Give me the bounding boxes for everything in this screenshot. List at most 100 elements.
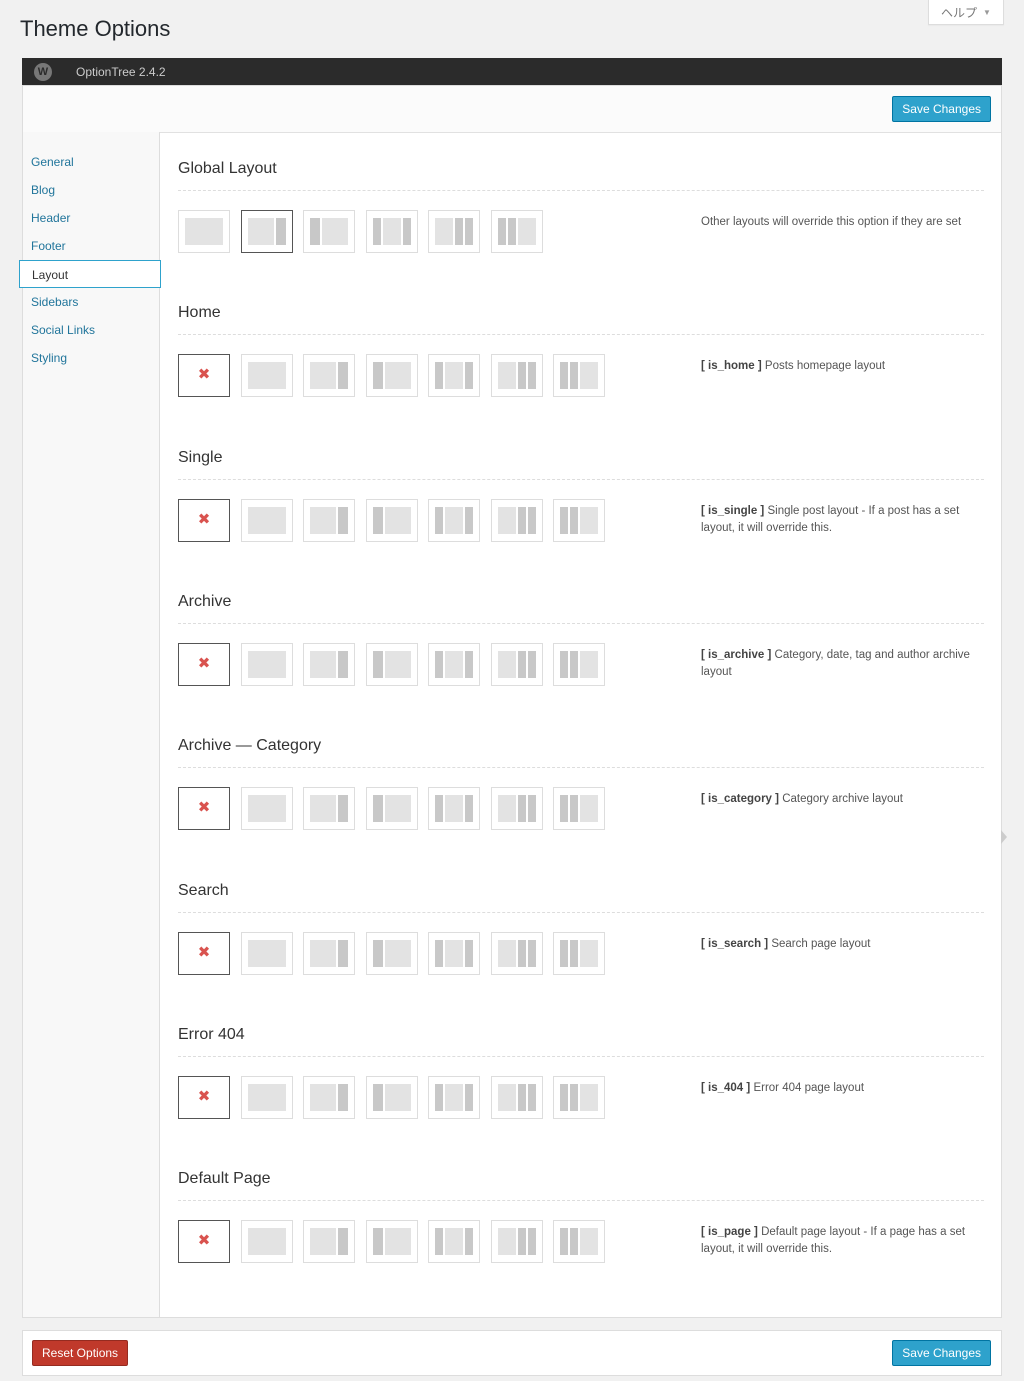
layout-option[interactable] — [365, 931, 418, 975]
sidebar-item-social-links[interactable]: Social Links — [23, 316, 159, 344]
layout-option[interactable] — [365, 1075, 418, 1119]
layout-option[interactable] — [553, 1220, 605, 1264]
layout-option[interactable] — [490, 498, 543, 542]
layout-option[interactable] — [553, 931, 605, 975]
layout-option[interactable] — [303, 354, 355, 398]
layout-option[interactable] — [490, 787, 543, 831]
layout-option[interactable] — [303, 931, 355, 975]
layout-option[interactable] — [240, 354, 293, 398]
layout-option[interactable] — [490, 931, 543, 975]
col-1c-icon — [247, 795, 286, 823]
options-panel: Save Changes General Blog Header Footer Layo… — [19, 85, 1002, 1318]
col-3cm-icon — [372, 218, 411, 245]
save-changes-button-bottom[interactable]: Save Changes — [892, 1340, 991, 1366]
layout-option[interactable] — [428, 1075, 480, 1119]
layout-option[interactable] — [553, 354, 605, 398]
layout-option-inherit[interactable]: ✖ — [178, 787, 230, 831]
section-description: [ is_archive ] Category, date, tag and a… — [701, 647, 986, 681]
layout-option[interactable] — [490, 210, 543, 253]
col-3cl-icon — [497, 1083, 536, 1111]
layout-option[interactable] — [553, 498, 605, 542]
layout-option[interactable] — [428, 498, 480, 542]
layout-option-inherit[interactable]: ✖ — [178, 1075, 230, 1119]
col-3cr-icon — [497, 218, 536, 245]
col-2cl-icon — [310, 1083, 348, 1111]
layout-option[interactable] — [428, 1220, 480, 1264]
help-tab[interactable]: ヘルプ ▼ — [928, 0, 1004, 25]
col-3cr-icon — [560, 1228, 598, 1256]
layout-option[interactable] — [303, 498, 355, 542]
sidebar-item-blog[interactable]: Blog — [23, 176, 159, 204]
layout-option[interactable] — [240, 210, 293, 253]
sidebar-item-sidebars[interactable]: Sidebars — [23, 288, 159, 316]
inherit-x-icon: ✖ — [197, 1087, 211, 1105]
inherit-x-icon: ✖ — [197, 799, 211, 817]
sidebar-item-general[interactable]: General — [23, 148, 159, 176]
layout-option[interactable] — [303, 1075, 355, 1119]
layout-option[interactable] — [178, 210, 230, 253]
layout-option[interactable] — [490, 642, 543, 686]
col-1c-icon — [185, 218, 223, 245]
layout-option[interactable] — [490, 1075, 543, 1119]
layout-option[interactable] — [365, 642, 418, 686]
layout-option[interactable] — [553, 787, 605, 831]
layout-option[interactable] — [428, 642, 480, 686]
layout-section: Default Page ✖ [ is_page ] Default page la… — [178, 1142, 984, 1286]
col-2cr-icon — [372, 1228, 411, 1256]
layout-option[interactable] — [553, 642, 605, 686]
layout-option[interactable] — [428, 787, 480, 831]
col-1c-icon — [247, 939, 286, 967]
layout-option[interactable] — [240, 1075, 293, 1119]
col-1c-icon — [247, 1083, 286, 1111]
inherit-x-icon: ✖ — [197, 1232, 211, 1250]
layout-option[interactable] — [428, 210, 480, 253]
reset-options-button[interactable]: Reset Options — [32, 1340, 129, 1366]
inherit-x-icon: ✖ — [197, 510, 211, 528]
layout-option[interactable] — [365, 787, 418, 831]
layout-option[interactable] — [365, 210, 418, 253]
section-divider — [178, 334, 984, 336]
layout-option[interactable] — [553, 1075, 605, 1119]
optiontree-header-bar: W OptionTree 2.4.2 — [22, 58, 1002, 85]
layout-option-inherit[interactable]: ✖ — [178, 642, 230, 686]
layout-option[interactable] — [240, 931, 293, 975]
layout-option[interactable] — [240, 642, 293, 686]
section-title: Global Layout — [178, 160, 277, 177]
section-description: [ is_search ] Search page layout — [701, 936, 986, 953]
layout-option[interactable] — [428, 931, 480, 975]
layout-option[interactable] — [240, 787, 293, 831]
layout-option[interactable] — [240, 498, 293, 542]
col-3cr-icon — [560, 506, 598, 534]
help-label: ヘルプ — [941, 5, 978, 20]
col-3cm-icon — [435, 1228, 473, 1256]
layout-option[interactable] — [303, 1220, 355, 1264]
save-changes-button-top[interactable]: Save Changes — [892, 96, 991, 122]
layout-option[interactable] — [490, 1220, 543, 1264]
sidebar-item-layout[interactable]: Layout — [19, 260, 161, 288]
col-2cl-icon — [310, 795, 348, 823]
layout-option-inherit[interactable]: ✖ — [178, 1220, 230, 1264]
layout-option-inherit[interactable]: ✖ — [178, 354, 230, 398]
sidebar-item-footer[interactable]: Footer — [23, 232, 159, 260]
scroll-right-icon[interactable] — [1001, 830, 1007, 844]
layout-option[interactable] — [240, 1220, 293, 1264]
sidebar-item-styling[interactable]: Styling — [23, 344, 159, 372]
col-3cl-icon — [497, 795, 536, 823]
layout-option[interactable] — [428, 354, 480, 398]
layout-option[interactable] — [303, 787, 355, 831]
description-text: Posts homepage layout — [764, 360, 886, 373]
layout-option[interactable] — [490, 354, 543, 398]
layout-option[interactable] — [365, 1220, 418, 1264]
layout-option[interactable] — [365, 498, 418, 542]
layout-section: Global Layout Other layouts will override… — [178, 132, 984, 276]
layout-option[interactable] — [365, 354, 418, 398]
sidebar-item-header[interactable]: Header — [23, 204, 159, 232]
col-1c-icon — [247, 362, 286, 390]
layout-option-inherit[interactable]: ✖ — [178, 498, 230, 542]
section-description: [ is_home ] Posts homepage layout — [701, 358, 986, 375]
layout-section: Single ✖ [ is_single ] Single post layout … — [178, 421, 984, 565]
layout-option[interactable] — [303, 210, 355, 253]
col-2cr-icon — [372, 795, 411, 823]
layout-option-inherit[interactable]: ✖ — [178, 931, 230, 975]
layout-option[interactable] — [303, 642, 355, 686]
